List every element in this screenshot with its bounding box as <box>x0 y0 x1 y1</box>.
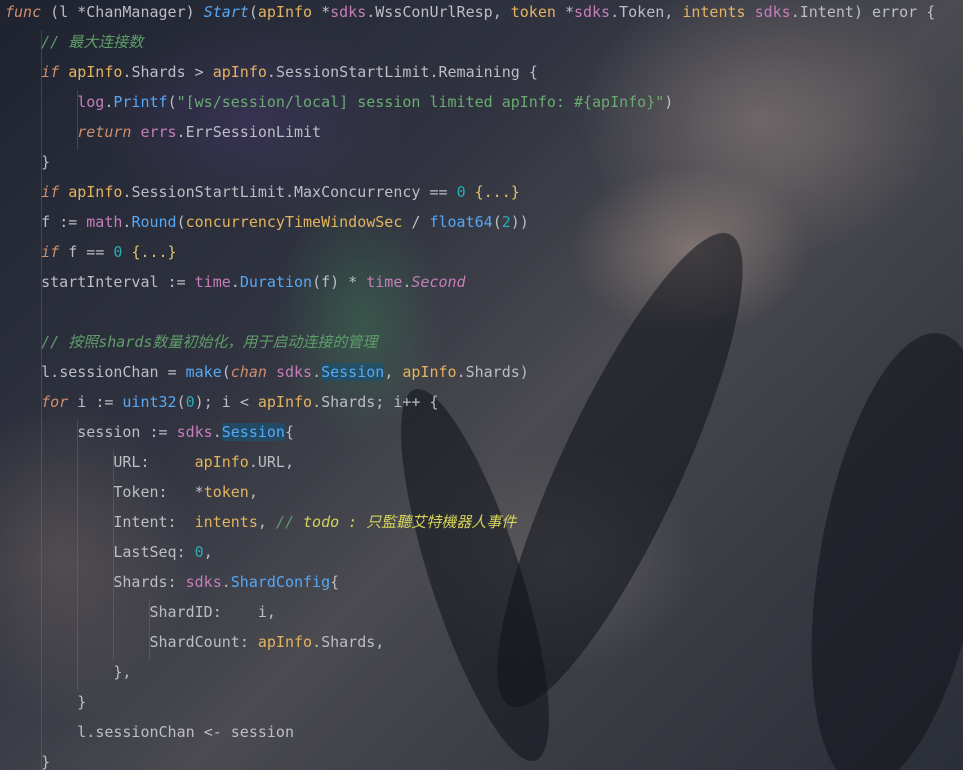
code-line[interactable]: f := math.Round(concurrencyTimeWindowSec… <box>5 207 529 237</box>
code-line[interactable]: if apInfo.Shards > apInfo.SessionStartLi… <box>5 57 538 87</box>
code-line[interactable]: ShardID: i, <box>5 597 276 627</box>
code-line[interactable]: ShardCount: apInfo.Shards, <box>5 627 385 657</box>
code-line[interactable]: startInterval := time.Duration(f) * time… <box>5 267 465 297</box>
background-image-strand <box>455 209 785 731</box>
code-line[interactable]: // 最大连接数 <box>5 27 143 57</box>
code-line[interactable]: session := sdks.Session{ <box>5 417 294 447</box>
code-line[interactable]: for i := uint32(0); i < apInfo.Shards; i… <box>5 387 438 417</box>
code-line[interactable]: if apInfo.SessionStartLimit.MaxConcurren… <box>5 177 520 207</box>
code-line[interactable]: func (l *ChanManager) Start(apInfo *sdks… <box>5 0 935 27</box>
code-line[interactable]: } <box>5 687 86 717</box>
background-image-strand <box>781 319 963 770</box>
background-image-strand <box>371 375 579 770</box>
code-line[interactable]: l.sessionChan <- session <box>5 717 294 747</box>
code-editor[interactable]: func (l *ChanManager) Start(apInfo *sdks… <box>0 0 963 770</box>
code-line[interactable]: Shards: sdks.ShardConfig{ <box>5 567 339 597</box>
code-line[interactable]: log.Printf("[ws/session/local] session l… <box>5 87 673 117</box>
code-line[interactable]: l.sessionChan = make(chan sdks.Session, … <box>5 357 529 387</box>
code-line[interactable]: LastSeq: 0, <box>5 537 212 567</box>
code-line[interactable]: URL: apInfo.URL, <box>5 447 294 477</box>
code-line[interactable]: }, <box>5 657 131 687</box>
code-line[interactable]: Intent: intents, // todo : 只監聽艾特機器人事件 <box>5 507 516 537</box>
code-line[interactable]: Token: *token, <box>5 477 258 507</box>
code-line[interactable]: return errs.ErrSessionLimit <box>5 117 321 147</box>
code-line[interactable]: } <box>5 747 50 770</box>
code-line[interactable]: } <box>5 147 50 177</box>
code-line[interactable]: if f == 0 {...} <box>5 237 176 267</box>
code-line[interactable]: // 按照shards数量初始化，用于启动连接的管理 <box>5 327 377 357</box>
